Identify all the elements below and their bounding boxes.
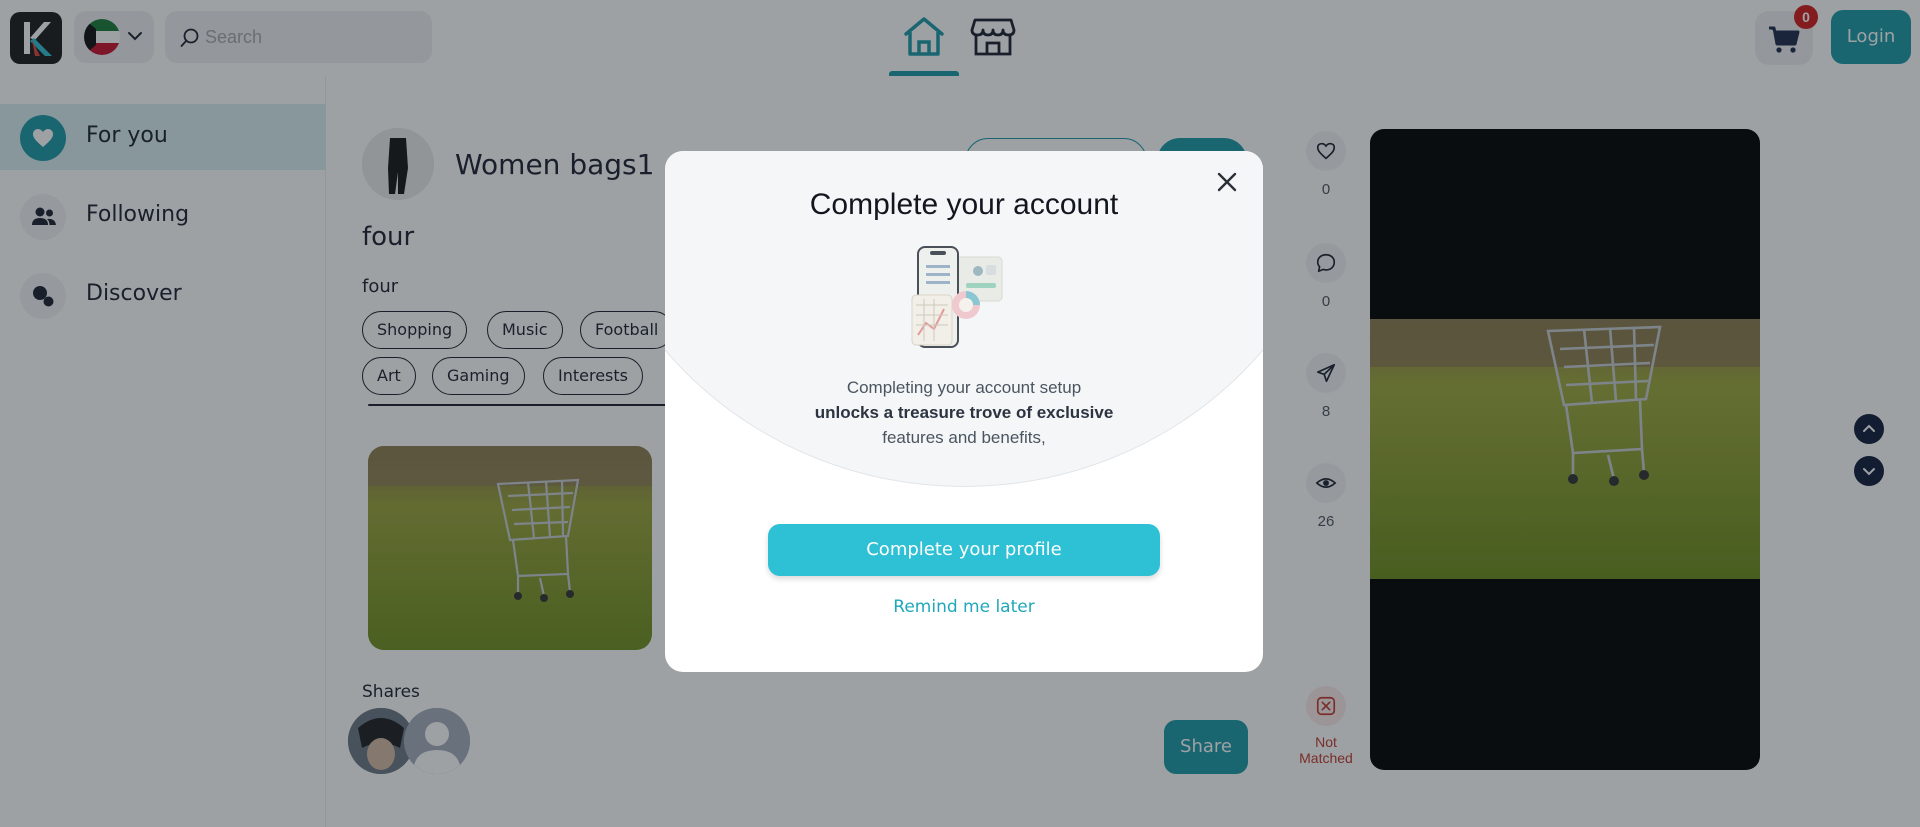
remind-later-link[interactable]: Remind me later: [665, 597, 1263, 617]
account-setup-illustration-icon: [908, 243, 1024, 353]
modal-description: Completing your account setup unlocks a …: [745, 375, 1183, 450]
modal-text-line: Completing your account setup: [846, 378, 1082, 397]
modal-title: Complete your account: [809, 188, 1119, 221]
complete-account-modal: Complete your account Completing your ac…: [665, 151, 1263, 672]
modal-text-line: features and benefits,: [882, 428, 1046, 447]
modal-text-emphasis: unlocks a treasure trove of exclusive: [814, 403, 1114, 422]
complete-profile-button[interactable]: Complete your profile: [768, 524, 1160, 576]
modal-text-bold: unlocks a treasure trove of exclusive: [745, 400, 1183, 425]
